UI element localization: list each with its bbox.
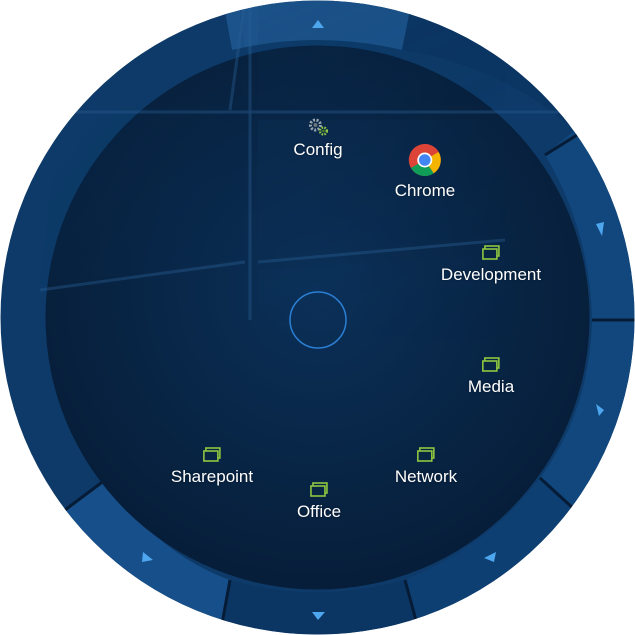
- menu-item-label: Chrome: [394, 181, 456, 200]
- menu-item-development[interactable]: Development: [441, 245, 541, 285]
- radial-menu: Config Chrome Development Media Network …: [0, 0, 635, 635]
- folder-icon: [482, 245, 500, 260]
- folder-icon: [417, 447, 435, 462]
- folder-icon: [310, 482, 328, 497]
- chrome-icon: [409, 144, 441, 177]
- menu-item-label: Network: [394, 467, 458, 486]
- menu-item-label: Sharepoint: [170, 467, 254, 486]
- gear-icon: [308, 118, 328, 136]
- folder-icon: [203, 447, 221, 462]
- menu-item-media[interactable]: Media: [468, 357, 514, 397]
- menu-item-sharepoint[interactable]: Sharepoint: [171, 447, 253, 487]
- menu-item-network[interactable]: Network: [395, 447, 457, 487]
- folder-icon: [482, 357, 500, 372]
- radial-menu-graphic: [0, 0, 635, 635]
- menu-item-config[interactable]: Config: [293, 116, 343, 160]
- menu-item-office[interactable]: Office: [297, 482, 341, 522]
- menu-item-label: Development: [440, 265, 542, 284]
- menu-item-label: Office: [296, 502, 342, 521]
- menu-item-chrome[interactable]: Chrome: [395, 143, 455, 201]
- menu-item-label: Config: [293, 140, 343, 159]
- menu-item-label: Media: [467, 377, 515, 396]
